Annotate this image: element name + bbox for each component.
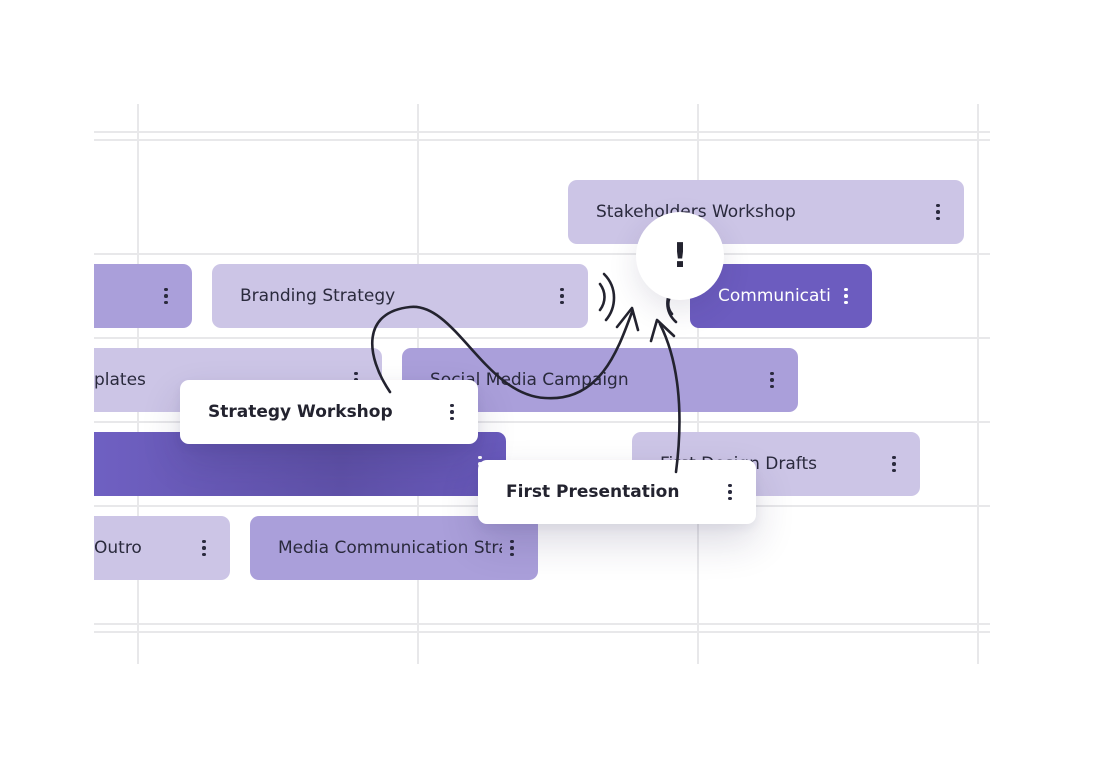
task-label: Branding Strategy: [240, 286, 396, 306]
grid-line-bottom-1: [94, 623, 990, 625]
grid-line-top-1: [94, 131, 990, 133]
task-media-communication-strategy[interactable]: Media Communication Stra: [250, 516, 538, 580]
more-vertical-icon[interactable]: [552, 281, 572, 311]
grid-line-col: [977, 104, 979, 664]
grid-line-row: [94, 337, 990, 339]
alert-symbol: !: [672, 236, 688, 276]
more-vertical-icon[interactable]: [836, 281, 856, 311]
task-branding-strategy[interactable]: Branding Strategy: [212, 264, 588, 328]
more-vertical-icon[interactable]: [884, 449, 904, 479]
more-vertical-icon[interactable]: [156, 281, 176, 311]
task-unnamed-1[interactable]: [94, 264, 192, 328]
card-label: First Presentation: [506, 482, 680, 502]
grid-line-row: [94, 253, 990, 255]
more-vertical-icon[interactable]: [928, 197, 948, 227]
card-label: Strategy Workshop: [208, 402, 393, 422]
sound-wave-left-1: [598, 282, 606, 312]
task-outro[interactable]: Outro: [94, 516, 230, 580]
task-label: Communicati: [718, 286, 831, 306]
task-label: Social Media Campaign: [430, 370, 629, 390]
dragged-card-first-presentation[interactable]: First Presentation: [478, 460, 756, 524]
task-label: Stakeholders Workshop: [596, 202, 796, 222]
sound-wave-left-2: [602, 272, 616, 322]
conflict-alert-icon: !: [636, 212, 724, 300]
more-vertical-icon[interactable]: [762, 365, 782, 395]
more-vertical-icon[interactable]: [442, 397, 462, 427]
more-vertical-icon[interactable]: [194, 533, 214, 563]
grid-line-bottom-2: [94, 631, 990, 633]
dragged-card-strategy-workshop[interactable]: Strategy Workshop: [180, 380, 478, 444]
task-label: Outro: [94, 538, 142, 558]
task-label: Media Communication Stra: [278, 538, 502, 558]
grid-line-top-2: [94, 139, 990, 141]
more-vertical-icon[interactable]: [502, 533, 522, 563]
more-vertical-icon[interactable]: [720, 477, 740, 507]
arrowhead-1: [615, 306, 640, 332]
task-stakeholders-workshop[interactable]: Stakeholders Workshop: [568, 180, 964, 244]
